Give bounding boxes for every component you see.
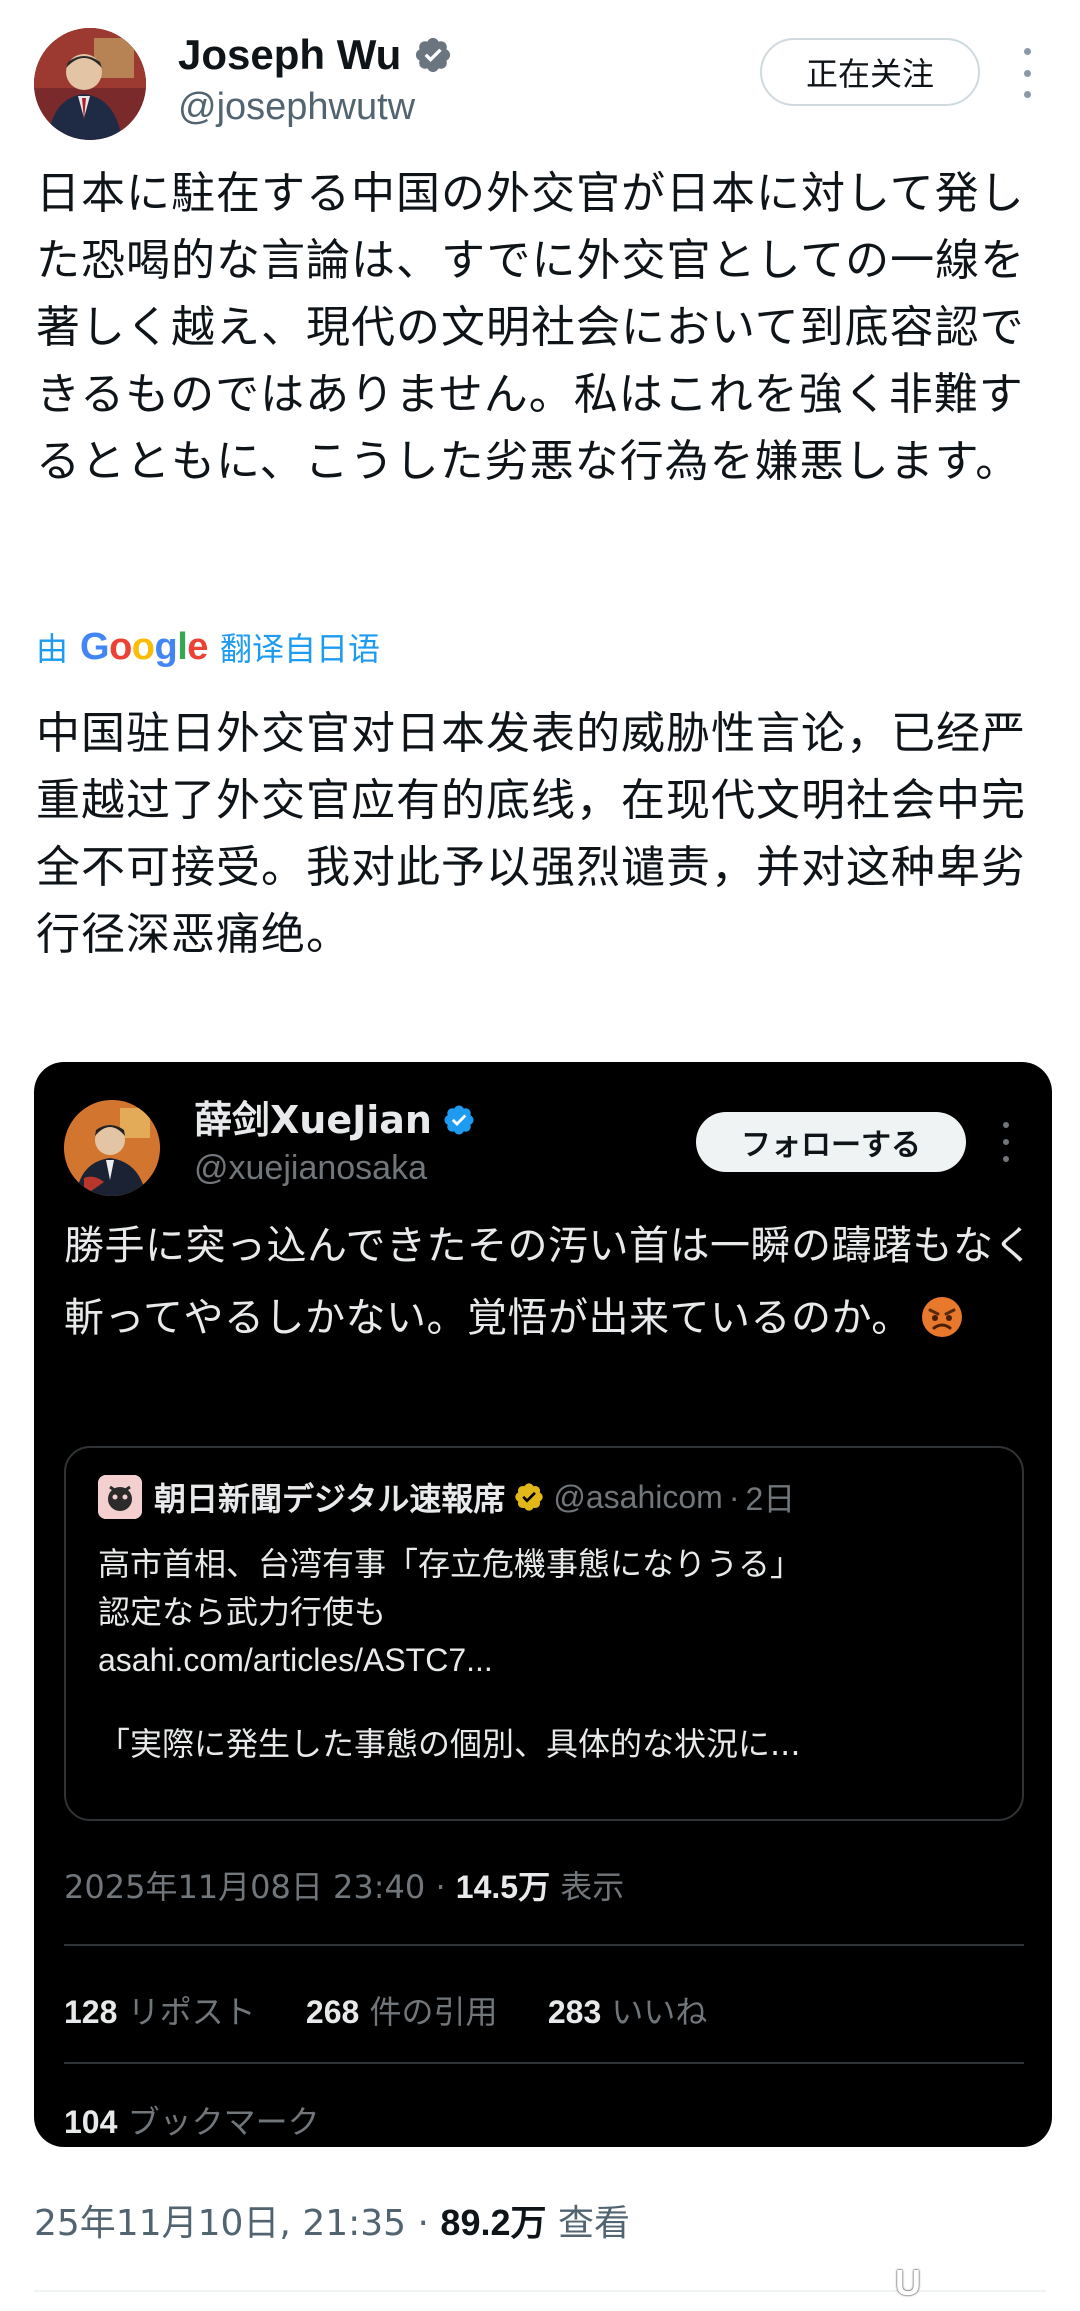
likes-count: 283 [547,1994,602,2030]
author-block[interactable]: Joseph Wu @josephwutw [178,30,453,130]
embedded-avatar [64,1100,160,1196]
embedded-author-block: 薛剑XueJian @xuejianosaka [194,1096,476,1190]
more-options-icon[interactable] [1012,48,1042,98]
quotes-label: 件の引用 [369,1993,498,2031]
embedded-display-name: 薛剑XueJian [194,1098,432,1142]
translation-attribution: 由 Google 翻译自日语 [36,622,380,672]
tweet-timestamp[interactable]: 25年11月10日, 21:35 [34,2203,406,2244]
quoted-tweet-header: 朝日新聞デジタル速報席 @asahicom · 2日 [98,1474,795,1520]
embedded-tweet-image[interactable]: 薛剑XueJian @xuejianosaka フォローする 勝手に突っ込んでき… [34,1062,1052,2147]
embedded-meta: 2025年11月08日 23:40 · 14.5万 表示 [64,1862,624,1908]
tweet-text: 日本に駐在する中国の外交官が日本に対して発した恐喝的な言論は、すでに外交官として… [36,168,1026,487]
embedded-author-name: 薛剑XueJian [194,1096,476,1144]
embedded-follow-button: フォローする [696,1112,966,1172]
embedded-separator: · [435,1868,446,1906]
translated-by-label: 由 [36,630,69,668]
author-handle[interactable]: @josephwutw [178,84,453,130]
quoted-avatar [98,1475,142,1519]
quoted-separator: · [728,1478,740,1515]
views-count: 89.2万 [440,2202,547,2243]
embedded-engagement-stats: 128 リポスト 268 件の引用 283 いいね [64,1987,707,2033]
embedded-datetime: 2025年11月08日 23:40 [64,1868,426,1906]
translated-text: 中国驻日外交官对日本发表的威胁性言论，已经严重越过了外交官应有的底线，在现代文明… [36,708,1026,960]
gold-verified-badge-icon [515,1483,544,1511]
bookmarks-count: 104 [64,2104,118,2140]
angry-face-icon [921,1297,962,1337]
divider [64,2062,1024,2064]
quoted-line-1: 高市首相、台湾有事「存立危機事態になりうる」 [98,1545,803,1583]
embedded-more-options-icon [996,1122,1016,1162]
likes-label: いいね [611,1993,708,2031]
quoted-tweet-card: 朝日新聞デジタル速報席 @asahicom · 2日 高市首相、台湾有事「存立危… [64,1446,1024,1821]
quoted-link: asahi.com/articles/ASTC7... [98,1642,493,1678]
embedded-tweet-text: 勝手に突っ込んできたその汚い首は一瞬の躊躇もなく斬ってやるしかない。覚悟が出来て… [64,1210,1034,1354]
quoted-time: 2日 [745,1481,796,1517]
embedded-views-count: 14.5万 [455,1869,551,1905]
quoted-excerpt: 「実際に発生した事態の個別、具体的な状況に... [98,1725,801,1763]
embedded-author-handle: @xuejianosaka [194,1149,427,1187]
watermark: U [895,2262,922,2303]
reposts-count: 128 [64,1994,118,2030]
quoted-display-name: 朝日新聞デジタル速報席 [154,1480,506,1518]
author-name[interactable]: Joseph Wu [178,30,453,80]
google-logo-icon: Google [80,625,208,668]
verified-badge-icon [444,1105,474,1135]
quotes-count: 268 [305,1994,360,2030]
tweet-meta: 25年11月10日, 21:35 · 89.2万 查看 [34,2194,630,2246]
verified-badge-icon [416,37,451,73]
avatar[interactable] [34,28,146,140]
embedded-views-label: 表示 [560,1868,625,1906]
translated-from-link[interactable]: 翻译自日语 [220,624,380,670]
bookmarks-label: ブックマーク [127,2103,320,2141]
embedded-bookmarks: 104 ブックマーク [64,2097,320,2143]
author-display-name[interactable]: Joseph Wu [178,30,401,80]
meta-separator: · [417,2203,429,2244]
views-label: 查看 [557,2203,630,2244]
quoted-tweet-body: 高市首相、台湾有事「存立危機事態になりうる」 認定なら武力行使も asahi.c… [98,1540,998,1768]
divider [64,1944,1024,1946]
embedded-tweet-body: 勝手に突っ込んできたその汚い首は一瞬の躊躇もなく斬ってやるしかない。覚悟が出来て… [64,1223,1034,1341]
reposts-label: リポスト [127,1993,256,2031]
quoted-line-2: 認定なら武力行使も [98,1593,387,1631]
following-button[interactable]: 正在关注 [760,38,980,106]
quoted-handle: @asahicom [553,1478,723,1515]
